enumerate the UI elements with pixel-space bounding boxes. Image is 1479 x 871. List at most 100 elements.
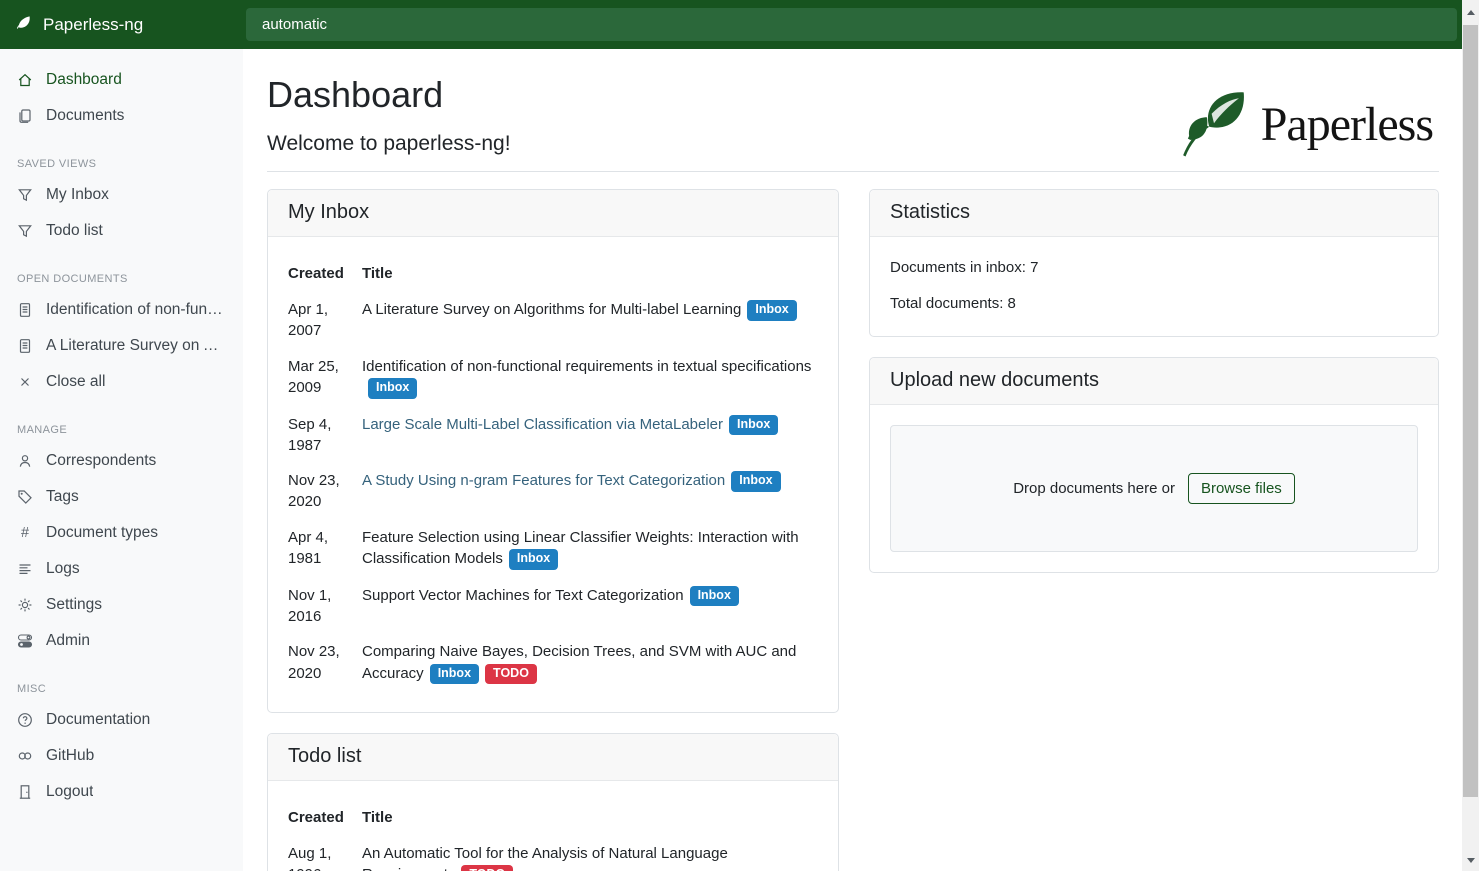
widget-body: Drop documents here or Browse files — [870, 405, 1438, 572]
stat-documents-in-inbox: Documents in inbox: 7 — [890, 259, 1418, 276]
table-row: Apr 1, 2007 A Literature Survey on Algor… — [288, 292, 818, 349]
doc-title-link[interactable]: A Literature Survey on Algorithms for Mu… — [362, 301, 741, 318]
sidebar-item-logs[interactable]: Logs — [0, 551, 243, 587]
document-table: Created Title Aug 1, 1996 An Automatic T… — [288, 803, 818, 871]
brand-label: Paperless-ng — [43, 15, 143, 35]
table-row: Sep 4, 1987 Large Scale Multi-Label Clas… — [288, 407, 818, 464]
sidebar-item-github[interactable]: GitHub — [0, 738, 243, 774]
tag-badge-inbox[interactable]: Inbox — [690, 586, 739, 607]
tag-badge-inbox[interactable]: Inbox — [509, 549, 558, 570]
tag-badge-inbox[interactable]: Inbox — [731, 471, 780, 492]
tag-badge-todo[interactable]: TODO — [461, 865, 513, 871]
funnel-icon — [17, 187, 33, 203]
door-icon — [17, 784, 33, 800]
sidebar-item-open-doc-2[interactable]: A Literature Survey on Algori… — [0, 328, 243, 364]
sidebar-item-label: A Literature Survey on Algori… — [46, 337, 226, 355]
tag-badge-inbox[interactable]: Inbox — [368, 378, 417, 399]
sidebar-item-correspondents[interactable]: Correspondents — [0, 443, 243, 479]
widget-title: Upload new documents — [870, 358, 1438, 405]
widget-body: Created Title Aug 1, 1996 An Automatic T… — [268, 781, 838, 871]
welcome-text: Welcome to paperless-ng! — [267, 132, 511, 156]
stat-total-documents: Total documents: 8 — [890, 295, 1418, 312]
widget-title: My Inbox — [268, 190, 838, 237]
files-icon — [17, 108, 33, 124]
sidebar-item-label: Logout — [46, 783, 93, 801]
sidebar-section-manage: MANAGE — [0, 400, 243, 443]
doc-created: Sep 4, 1987 — [288, 407, 362, 464]
doc-created: Apr 1, 2007 — [288, 292, 362, 349]
tag-badge-inbox[interactable]: Inbox — [430, 664, 479, 685]
paperless-logo: Paperless — [1175, 84, 1433, 165]
saved-view-widget-todo-list: Todo list Created Title — [267, 733, 839, 871]
sidebar-item-documents[interactable]: Documents — [0, 98, 243, 134]
file-dropzone[interactable]: Drop documents here or Browse files — [890, 425, 1418, 552]
widget-body: Created Title Apr 1, 2007 A Literature S… — [268, 237, 838, 712]
doc-title-link[interactable]: Comparing Naive Bayes, Decision Trees, a… — [362, 643, 796, 681]
sidebar-item-label: Todo list — [46, 222, 103, 240]
sidebar-item-tags[interactable]: Tags — [0, 479, 243, 515]
right-column: Statistics Documents in inbox: 7 Total d… — [869, 189, 1439, 593]
sidebar-item-document-types[interactable]: # Document types — [0, 515, 243, 551]
sidebar-item-logout[interactable]: Logout — [0, 774, 243, 810]
sidebar-item-close-all[interactable]: Close all — [0, 364, 243, 400]
paperless-logo-text: Paperless — [1261, 97, 1433, 152]
header-divider — [267, 171, 1439, 172]
top-navbar — [243, 0, 1462, 49]
search-input[interactable] — [246, 8, 1457, 41]
saved-view-widget-my-inbox: My Inbox Created Title — [267, 189, 839, 713]
doc-title-link[interactable]: Support Vector Machines for Text Categor… — [362, 587, 684, 604]
tag-badge-inbox[interactable]: Inbox — [747, 300, 796, 321]
table-row: Nov 1, 2016 Support Vector Machines for … — [288, 578, 818, 635]
column-header-created: Created — [288, 259, 362, 292]
tag-badge-todo[interactable]: TODO — [485, 664, 537, 685]
widget-title: Todo list — [268, 734, 838, 781]
dropzone-text: Drop documents here or — [1013, 480, 1175, 497]
doc-title-link[interactable]: A Study Using n-gram Features for Text C… — [362, 472, 725, 489]
main-area: Dashboard Welcome to paperless-ng! Paper… — [243, 0, 1462, 871]
sidebar-item-label: GitHub — [46, 747, 94, 765]
doc-created: Apr 4, 1981 — [288, 520, 362, 578]
browse-files-button[interactable]: Browse files — [1188, 473, 1295, 504]
sidebar: Paperless-ng Dashboard Documents SAVED V… — [0, 0, 243, 871]
sidebar-item-label: Document types — [46, 524, 158, 542]
vertical-scrollbar[interactable] — [1462, 0, 1479, 871]
page-title: Dashboard — [267, 74, 511, 116]
sidebar-item-label: Documents — [46, 107, 124, 125]
statistics-widget: Statistics Documents in inbox: 7 Total d… — [869, 189, 1439, 337]
scrollbar-down-arrow[interactable] — [1462, 852, 1479, 869]
doc-title-link[interactable]: Identification of non-functional require… — [362, 358, 811, 375]
sidebar-item-todo-list[interactable]: Todo list — [0, 213, 243, 249]
doc-title-link[interactable]: An Automatic Tool for the Analysis of Na… — [362, 845, 728, 871]
sidebar-item-dashboard[interactable]: Dashboard — [0, 62, 243, 98]
upload-widget: Upload new documents Drop documents here… — [869, 357, 1439, 573]
scrollbar-thumb[interactable] — [1463, 25, 1478, 797]
content: Dashboard Welcome to paperless-ng! Paper… — [243, 49, 1462, 871]
funnel-icon — [17, 223, 33, 239]
widget-title: Statistics — [870, 190, 1438, 237]
paperless-leaf-icon — [1175, 84, 1253, 165]
column-header-created: Created — [288, 803, 362, 836]
sidebar-item-documentation[interactable]: Documentation — [0, 702, 243, 738]
file-text-icon — [17, 338, 33, 354]
app-window: Paperless-ng Dashboard Documents SAVED V… — [0, 0, 1462, 871]
tag-icon — [17, 489, 33, 505]
sidebar-item-admin[interactable]: Admin — [0, 623, 243, 659]
link-icon — [17, 748, 33, 764]
doc-title-link[interactable]: Large Scale Multi-Label Classification v… — [362, 416, 723, 433]
sidebar-section-saved-views: SAVED VIEWS — [0, 134, 243, 177]
sidebar-item-label: Tags — [46, 488, 79, 506]
leaf-icon — [16, 14, 32, 35]
tag-badge-inbox[interactable]: Inbox — [729, 415, 778, 436]
doc-title-link[interactable]: Feature Selection using Linear Classifie… — [362, 529, 799, 567]
sidebar-item-open-doc-1[interactable]: Identification of non-functio… — [0, 292, 243, 328]
scrollbar-up-arrow[interactable] — [1462, 4, 1479, 21]
sidebar-item-settings[interactable]: Settings — [0, 587, 243, 623]
document-table: Created Title Apr 1, 2007 A Literature S… — [288, 259, 818, 692]
sidebar-item-my-inbox[interactable]: My Inbox — [0, 177, 243, 213]
table-row: Aug 1, 1996 An Automatic Tool for the An… — [288, 836, 818, 871]
widget-body: Documents in inbox: 7 Total documents: 8 — [870, 237, 1438, 336]
close-icon — [17, 374, 33, 390]
sidebar-item-label: Close all — [46, 373, 105, 391]
dashboard-grid: My Inbox Created Title — [267, 189, 1439, 871]
brand[interactable]: Paperless-ng — [0, 0, 243, 49]
